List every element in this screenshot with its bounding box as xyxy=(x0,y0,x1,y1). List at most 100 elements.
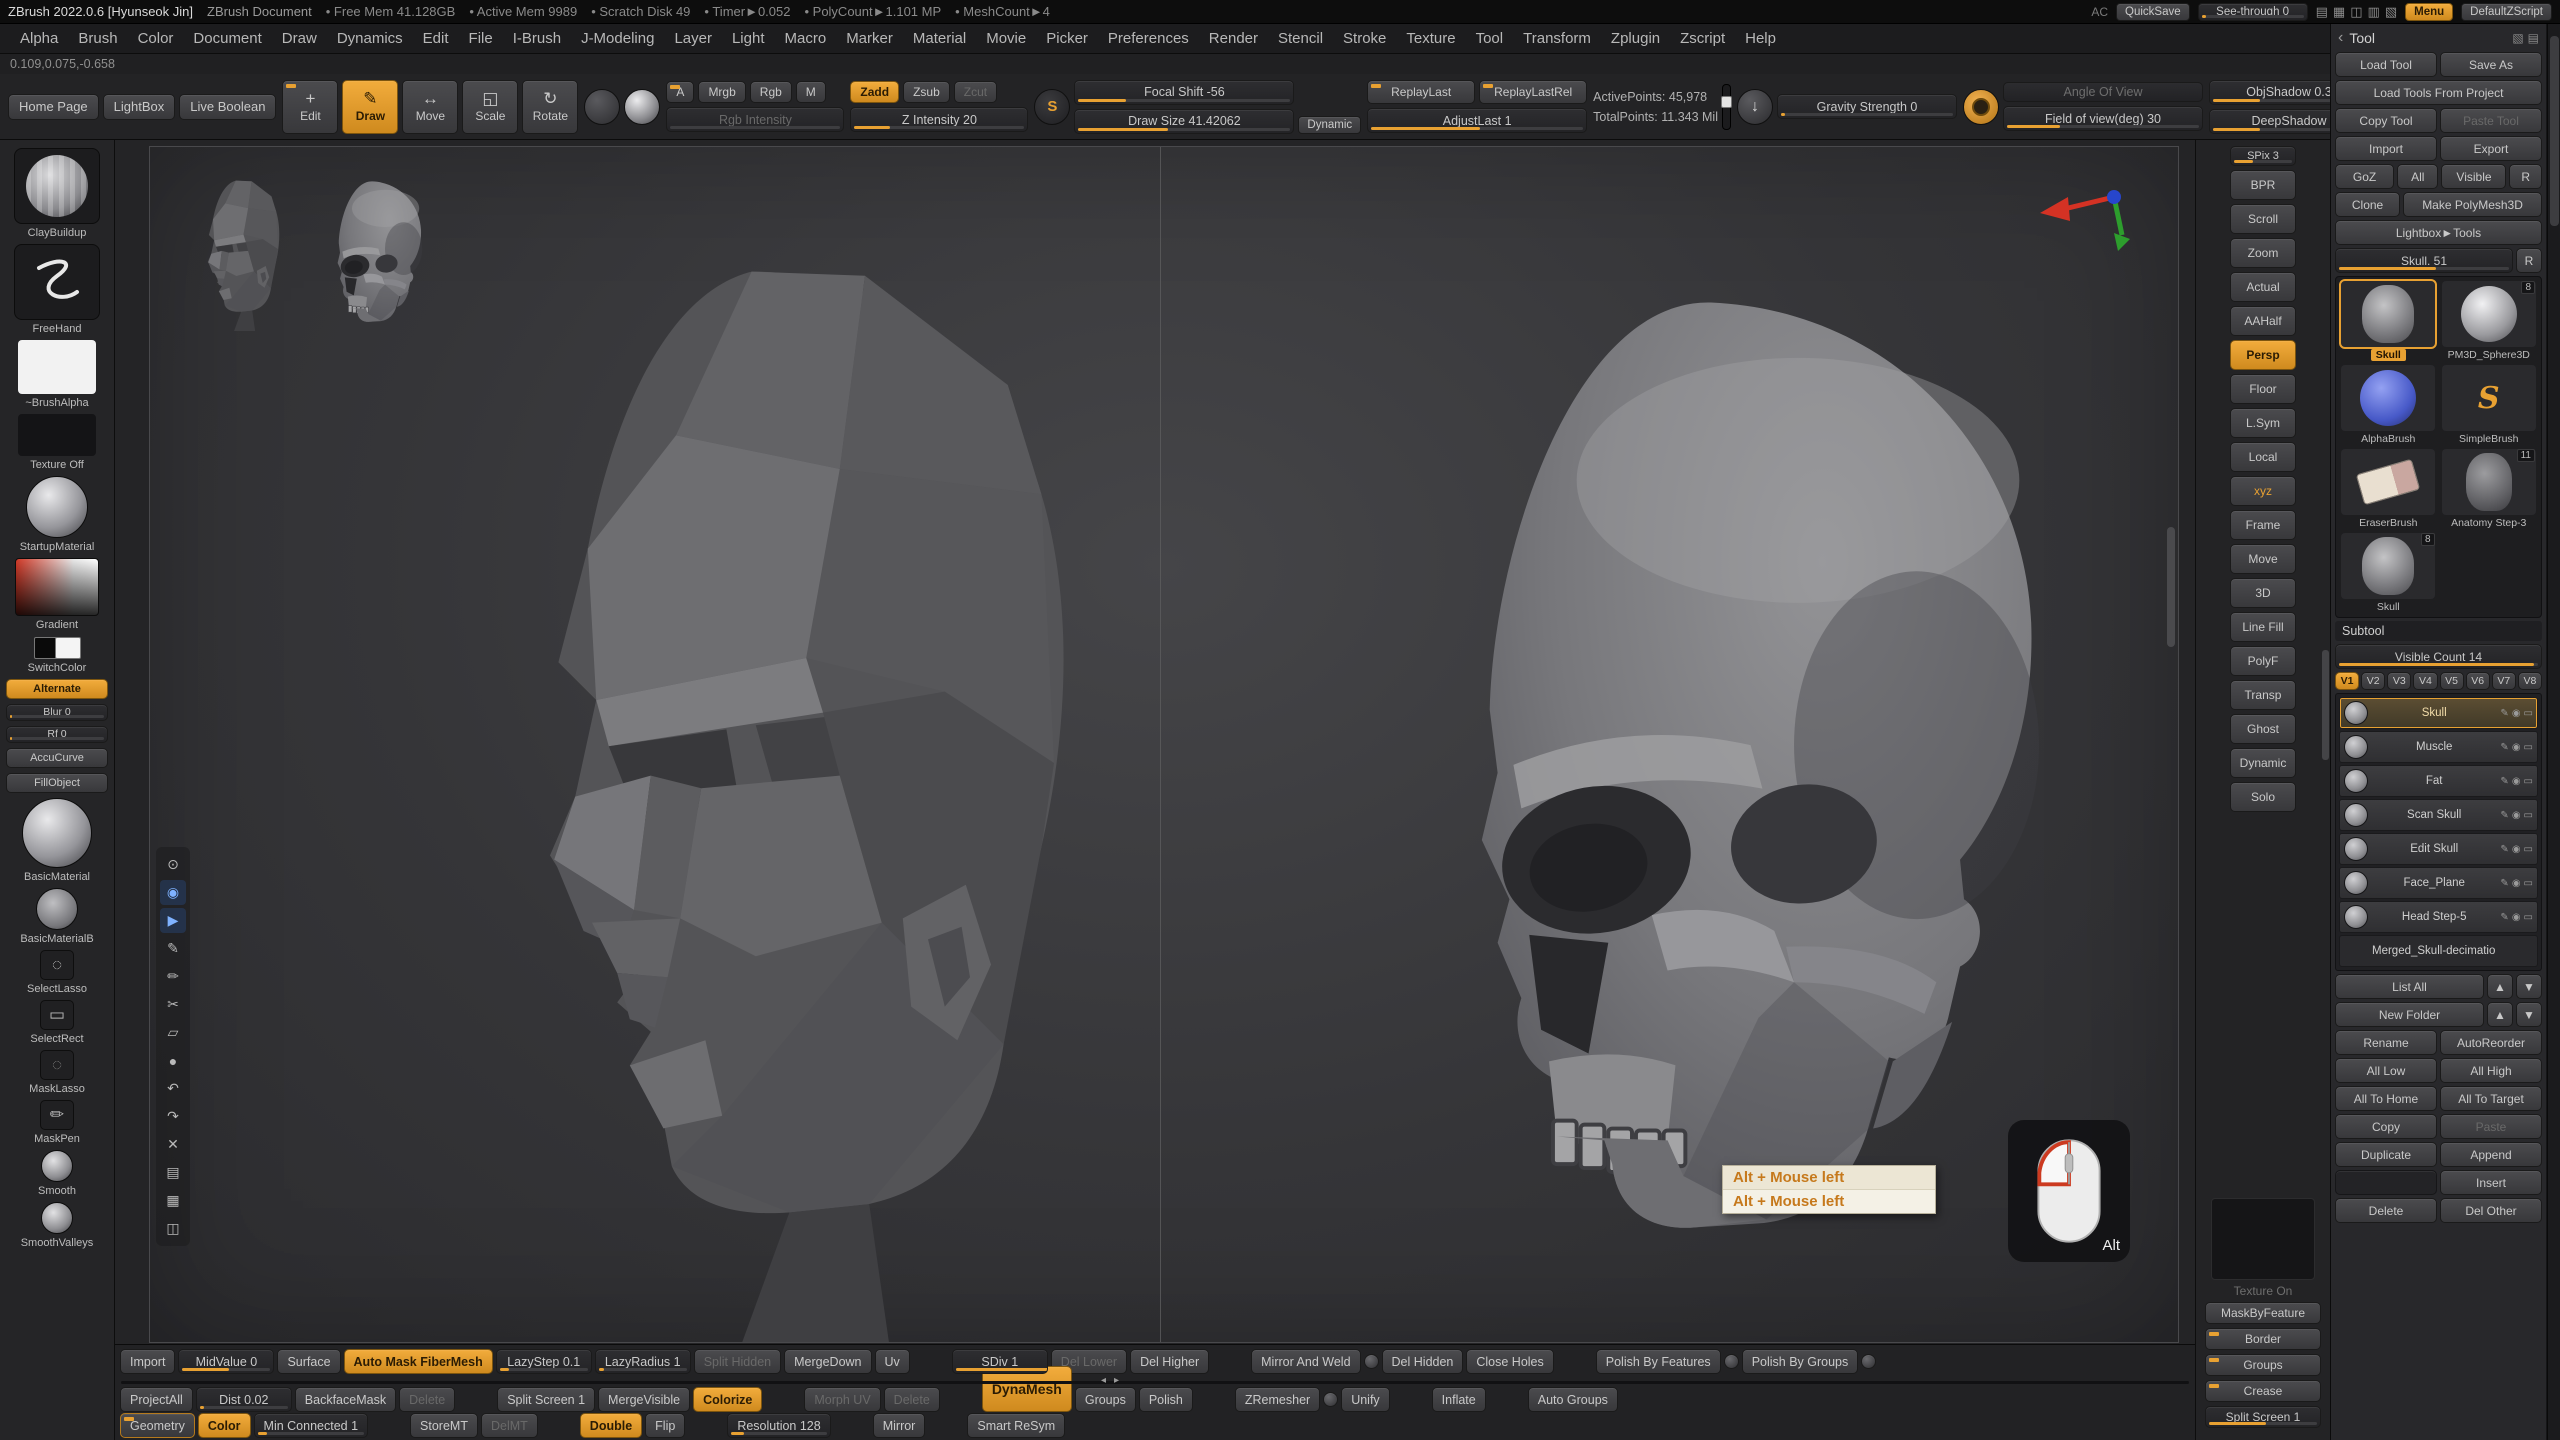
knife-icon[interactable]: ✂ xyxy=(160,992,186,1017)
subpalette-button[interactable]: Unify xyxy=(1341,1387,1389,1412)
subpalette-button[interactable]: Inflate xyxy=(1432,1387,1486,1412)
shelf-button[interactable]: Frame xyxy=(2230,510,2296,540)
menu-item[interactable]: Material xyxy=(903,24,976,53)
folder-up-icon[interactable]: ▲ xyxy=(2487,1002,2513,1027)
subpalette-button[interactable] xyxy=(1364,1354,1379,1369)
visibility-icon[interactable]: ◉ xyxy=(2512,912,2521,923)
channel-button[interactable]: A xyxy=(666,81,694,103)
secondary-color-swatch[interactable] xyxy=(55,637,81,659)
menu-item[interactable]: Alpha xyxy=(10,24,68,53)
subpalette-button[interactable]: MergeDown xyxy=(784,1349,871,1374)
texture-thumbnail[interactable] xyxy=(18,414,96,456)
goz-button[interactable]: GoZ xyxy=(2335,164,2394,189)
lightbox-tools-button[interactable]: Lightbox►Tools xyxy=(2335,220,2542,245)
menu-item[interactable]: Tool xyxy=(1466,24,1514,53)
subpalette-button[interactable]: Split Screen 1 xyxy=(497,1387,595,1412)
axis-gizmo[interactable] xyxy=(2032,173,2132,257)
export-button[interactable]: Export xyxy=(2440,136,2542,161)
load-tool-button[interactable]: Load Tool xyxy=(2335,52,2437,77)
draw-mode-button[interactable]: ✎ Draw xyxy=(342,80,398,134)
sculpt-mode-button[interactable]: Zsub xyxy=(903,81,950,103)
delete-icon[interactable]: ✕ xyxy=(160,1132,186,1157)
menu-item[interactable]: Macro xyxy=(775,24,837,53)
crease-button[interactable]: Crease xyxy=(2205,1380,2321,1402)
tool-thumbnail[interactable]: 8 PM3D_Sphere3D xyxy=(2441,281,2538,361)
folder-icon[interactable]: ▭ xyxy=(2524,844,2533,855)
subtool-version-tab[interactable]: V5 xyxy=(2440,672,2464,690)
panel-menu-icon[interactable]: ▧ xyxy=(2512,31,2523,45)
menu-item[interactable]: J-Modeling xyxy=(571,24,664,53)
color-sample-icon[interactable]: ⊙ xyxy=(160,852,186,877)
folder-down-icon[interactable]: ▼ xyxy=(2516,1002,2542,1027)
document-canvas[interactable]: ⊙◉▶✎✏✂▱●↶↷✕▤▦◫ Alt + Mouse left Alt + Mo… xyxy=(149,146,2179,1343)
list-all-button[interactable]: List All xyxy=(2335,974,2484,999)
menu-item[interactable]: Movie xyxy=(976,24,1036,53)
tool-thumbnail[interactable]: Skull xyxy=(2340,281,2437,361)
channel-button[interactable]: Mrgb xyxy=(698,81,745,103)
subpalette-button[interactable]: MidValue 0 xyxy=(178,1349,274,1374)
copy-subtool-button[interactable]: Copy xyxy=(2335,1114,2437,1139)
paint-icon[interactable]: ✎ xyxy=(2500,878,2508,889)
menu-item[interactable]: Marker xyxy=(836,24,903,53)
subpalette-button[interactable]: Geometry xyxy=(120,1413,195,1438)
blur-slider[interactable]: Blur 0 xyxy=(6,704,108,721)
focal-shift-slider[interactable]: Focal Shift -56 xyxy=(1074,80,1294,105)
subpalette-button[interactable]: LazyStep 0.1 xyxy=(496,1349,592,1374)
subpalette-button[interactable]: Del Higher xyxy=(1130,1349,1209,1374)
subpalette-button[interactable]: Color xyxy=(198,1413,251,1438)
collapse-panel-icon[interactable]: ‹ xyxy=(2338,29,2343,47)
subtool-section-header[interactable]: Subtool xyxy=(2335,621,2542,641)
scroll-left-icon[interactable]: ◂ xyxy=(1101,1375,1106,1386)
all-to-target-button[interactable]: All To Target xyxy=(2440,1086,2542,1111)
visibility-icon[interactable]: ◉ xyxy=(2512,708,2521,719)
smooth-brush-thumbnail[interactable] xyxy=(41,1150,73,1182)
paint-icon[interactable]: ✎ xyxy=(2500,742,2508,753)
brush-thumbnail[interactable] xyxy=(14,148,100,224)
subpalette-button[interactable]: Del Hidden xyxy=(1382,1349,1464,1374)
all-high-button[interactable]: All High xyxy=(2440,1058,2542,1083)
subpalette-button[interactable]: ProjectAll xyxy=(120,1387,193,1412)
shelf-button[interactable]: Scroll xyxy=(2230,204,2296,234)
menu-item[interactable]: Preferences xyxy=(1098,24,1199,53)
paint-icon[interactable]: ✎ xyxy=(2500,912,2508,923)
material-thumbnail[interactable] xyxy=(26,476,88,538)
panel-scrollbar-thumb[interactable] xyxy=(2550,36,2559,226)
subtool-version-tab[interactable]: V6 xyxy=(2466,672,2490,690)
channel-button[interactable]: Rgb xyxy=(750,81,792,103)
shelf-button[interactable]: Dynamic xyxy=(2230,748,2296,778)
folder-icon[interactable]: ▭ xyxy=(2524,776,2533,787)
subpalette-button[interactable]: DelMT xyxy=(481,1413,538,1438)
paint-icon[interactable]: ✎ xyxy=(2500,776,2508,787)
alpha-thumbnail[interactable] xyxy=(18,340,96,394)
subpalette-button[interactable]: Flip xyxy=(645,1413,685,1438)
layout-icon[interactable]: ▤ xyxy=(2316,4,2328,20)
subtool-row[interactable]: Scan Skull ✎◉▭ xyxy=(2339,799,2538,831)
draw-size-slider[interactable]: Draw Size 41.42062 xyxy=(1074,109,1294,134)
del-other-button[interactable]: Del Other xyxy=(2440,1198,2542,1223)
subtool-row[interactable]: Fat ✎◉▭ xyxy=(2339,765,2538,797)
dot-icon[interactable]: ● xyxy=(160,1048,186,1073)
paste-subtool-button[interactable]: Paste xyxy=(2440,1114,2542,1139)
default-zscript-button[interactable]: DefaultZScript xyxy=(2461,3,2552,21)
visibility-icon[interactable]: ◉ xyxy=(2512,742,2521,753)
subpalette-button[interactable]: StoreMT xyxy=(410,1413,478,1438)
move-down-icon[interactable]: ▼ xyxy=(2516,974,2542,999)
menu-item[interactable]: File xyxy=(459,24,503,53)
subpalette-button[interactable] xyxy=(1323,1392,1338,1407)
menu-item[interactable]: Zscript xyxy=(1670,24,1735,53)
subpalette-button[interactable]: MergeVisible xyxy=(598,1387,690,1412)
shelf-button[interactable]: AAHalf xyxy=(2230,306,2296,336)
menu-item[interactable]: Stroke xyxy=(1333,24,1396,53)
subpalette-button[interactable]: Mirror xyxy=(873,1413,926,1438)
subpalette-button[interactable]: Colorize xyxy=(693,1387,762,1412)
folder-icon[interactable]: ▭ xyxy=(2524,912,2533,923)
channel-button[interactable]: M xyxy=(796,81,826,103)
subtool-row[interactable]: Muscle ✎◉▭ xyxy=(2339,731,2538,763)
subpalette-button[interactable]: Import xyxy=(120,1349,175,1374)
save-as-button[interactable]: Save As xyxy=(2440,52,2542,77)
undo-icon[interactable]: ↶ xyxy=(160,1076,186,1101)
mask-pen-icon[interactable]: ✏ xyxy=(40,1100,74,1130)
subtool-version-tab[interactable]: V4 xyxy=(2413,672,2437,690)
subtool-row[interactable]: Face_Plane ✎◉▭ xyxy=(2339,867,2538,899)
menu-item[interactable]: Zplugin xyxy=(1601,24,1670,53)
